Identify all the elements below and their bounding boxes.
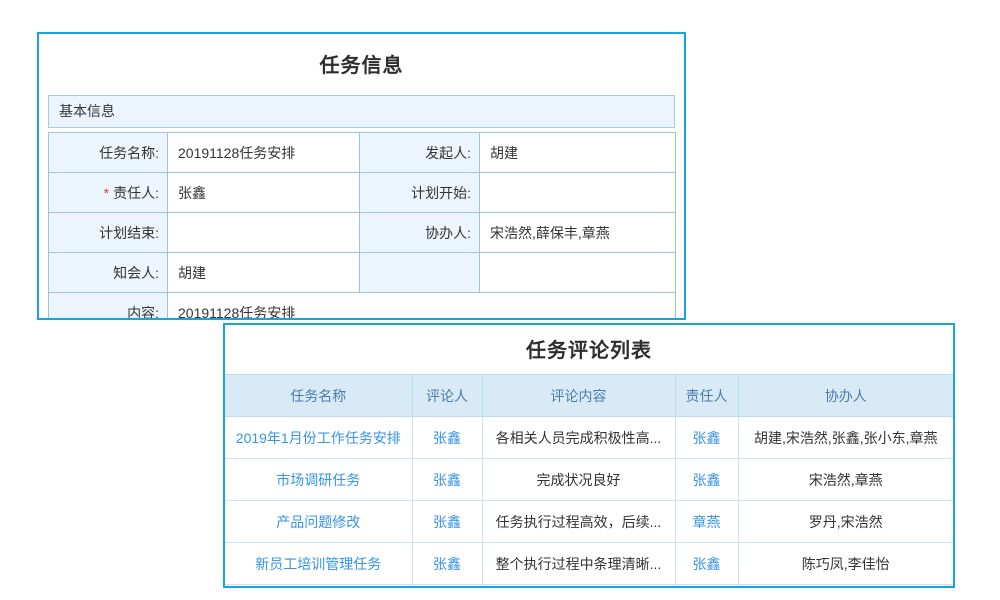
commenter-link[interactable]: 张鑫 bbox=[412, 417, 482, 459]
field-value-owner: 张鑫 bbox=[168, 173, 360, 213]
form-row-4: 知会人: 胡建 bbox=[49, 253, 676, 293]
table-row: 市场调研任务 张鑫 完成状况良好 张鑫 宋浩然,章燕 bbox=[225, 459, 953, 501]
field-label-plan-start: 计划开始: bbox=[360, 173, 480, 213]
task-comment-list-panel: 任务评论列表 任务名称 评论人 评论内容 责任人 协办人 2019年1月份工作任… bbox=[223, 323, 955, 588]
required-asterisk: * bbox=[104, 185, 109, 201]
field-label-plan-end: 计划结束: bbox=[49, 213, 168, 253]
comment-content-cell: 各相关人员完成积极性高... bbox=[482, 417, 675, 459]
form-row-2: *责任人: 张鑫 计划开始: bbox=[49, 173, 676, 213]
task-name-link[interactable]: 2019年1月份工作任务安排 bbox=[225, 417, 412, 459]
collaborators-cell: 胡建,宋浩然,张鑫,张小东,章燕 bbox=[738, 417, 953, 459]
form-row-3: 计划结束: 协办人: 宋浩然,薛保丰,章燕 bbox=[49, 213, 676, 253]
field-label-cc: 知会人: bbox=[49, 253, 168, 293]
field-value-blank bbox=[480, 253, 676, 293]
collaborators-cell: 陈巧凤,李佳怡 bbox=[738, 543, 953, 585]
column-header-owner: 责任人 bbox=[675, 375, 738, 417]
task-name-link[interactable]: 产品问题修改 bbox=[225, 501, 412, 543]
commenter-link[interactable]: 张鑫 bbox=[412, 459, 482, 501]
table-row: 新员工培训管理任务 张鑫 整个执行过程中条理清晰... 张鑫 陈巧凤,李佳怡 bbox=[225, 543, 953, 585]
comment-list-title: 任务评论列表 bbox=[225, 325, 953, 374]
field-value-cc: 胡建 bbox=[168, 253, 360, 293]
collaborators-cell: 罗丹,宋浩然 bbox=[738, 501, 953, 543]
field-label-content: 内容: bbox=[49, 293, 168, 321]
table-row: 产品问题修改 张鑫 任务执行过程高效，后续... 章燕 罗丹,宋浩然 bbox=[225, 501, 953, 543]
task-info-title: 任务信息 bbox=[39, 34, 684, 78]
field-value-collaborators: 宋浩然,薛保丰,章燕 bbox=[480, 213, 676, 253]
field-label-owner-text: 责任人: bbox=[113, 185, 159, 201]
field-label-task-name: 任务名称: bbox=[49, 133, 168, 173]
task-name-link[interactable]: 市场调研任务 bbox=[225, 459, 412, 501]
task-info-panel: 任务信息 基本信息 任务名称: 20191128任务安排 发起人: 胡建 *责任… bbox=[37, 32, 686, 320]
field-label-collaborators: 协办人: bbox=[360, 213, 480, 253]
field-value-plan-end bbox=[168, 213, 360, 253]
field-value-plan-start bbox=[480, 173, 676, 213]
column-header-collaborators: 协办人 bbox=[738, 375, 953, 417]
task-name-link[interactable]: 新员工培训管理任务 bbox=[225, 543, 412, 585]
field-label-owner: *责任人: bbox=[49, 173, 168, 213]
column-header-commenter: 评论人 bbox=[412, 375, 482, 417]
table-row: 2019年1月份工作任务安排 张鑫 各相关人员完成积极性高... 张鑫 胡建,宋… bbox=[225, 417, 953, 459]
comment-content-cell: 整个执行过程中条理清晰... bbox=[482, 543, 675, 585]
field-label-initiator: 发起人: bbox=[360, 133, 480, 173]
column-header-task-name: 任务名称 bbox=[225, 375, 412, 417]
field-value-task-name: 20191128任务安排 bbox=[168, 133, 360, 173]
comment-content-cell: 完成状况良好 bbox=[482, 459, 675, 501]
field-label-blank bbox=[360, 253, 480, 293]
comment-content-cell: 任务执行过程高效，后续... bbox=[482, 501, 675, 543]
owner-link[interactable]: 张鑫 bbox=[675, 417, 738, 459]
form-row-1: 任务名称: 20191128任务安排 发起人: 胡建 bbox=[49, 133, 676, 173]
commenter-link[interactable]: 张鑫 bbox=[412, 543, 482, 585]
field-value-content: 20191128任务安排 bbox=[168, 293, 676, 321]
comment-table: 任务名称 评论人 评论内容 责任人 协办人 2019年1月份工作任务安排 张鑫 … bbox=[225, 374, 953, 585]
form-row-5: 内容: 20191128任务安排 bbox=[49, 293, 676, 321]
comment-table-header-row: 任务名称 评论人 评论内容 责任人 协办人 bbox=[225, 375, 953, 417]
task-info-form: 任务名称: 20191128任务安排 发起人: 胡建 *责任人: 张鑫 计划开始… bbox=[48, 132, 676, 320]
column-header-content: 评论内容 bbox=[482, 375, 675, 417]
commenter-link[interactable]: 张鑫 bbox=[412, 501, 482, 543]
desktop-canvas: 任务信息 基本信息 任务名称: 20191128任务安排 发起人: 胡建 *责任… bbox=[0, 0, 1000, 600]
field-value-initiator: 胡建 bbox=[480, 133, 676, 173]
collaborators-cell: 宋浩然,章燕 bbox=[738, 459, 953, 501]
basic-info-section-header: 基本信息 bbox=[48, 95, 675, 128]
owner-link[interactable]: 章燕 bbox=[675, 501, 738, 543]
owner-link[interactable]: 张鑫 bbox=[675, 459, 738, 501]
owner-link[interactable]: 张鑫 bbox=[675, 543, 738, 585]
